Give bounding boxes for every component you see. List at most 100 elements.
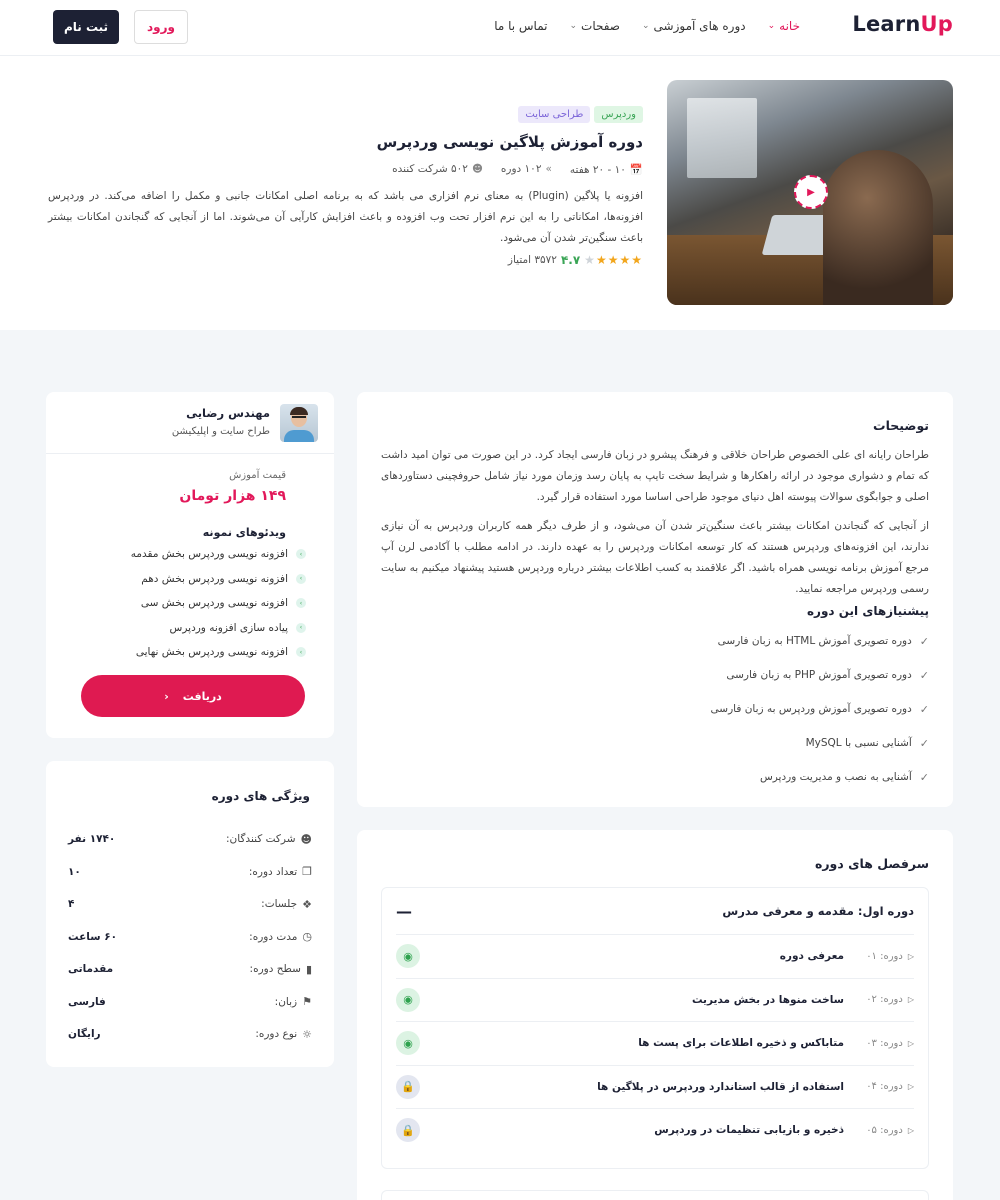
feature-value: ۱۷۴۰ نفر	[68, 833, 116, 846]
feature-label-text: نوع دوره:	[255, 1028, 298, 1041]
sample-videos-list: › افزونه نویسی وردپرس بخش مقدمه › افزونه ن…	[131, 542, 306, 665]
feature-label: ☼ نوع دوره:	[255, 1028, 312, 1041]
eye-icon[interactable]: ◉	[396, 1031, 420, 1056]
accordion-header[interactable]: دوره اول: مقدمه و معرفی مدرس —	[396, 888, 914, 934]
play-icon: ›	[296, 647, 306, 658]
lock-icon: 🔒	[396, 1074, 420, 1099]
lesson-row[interactable]: ▷ دوره: ۰۴ استفاده از قالب استاندارد وردپ…	[396, 1064, 914, 1109]
lock-icon: 🔒	[396, 1118, 420, 1143]
meta-students-text: ۵۰۲ شرکت کننده	[392, 163, 468, 175]
meta-duration-text: ۱۰ - ۲۰ هفته	[569, 164, 626, 176]
play-icon: ›	[296, 622, 306, 633]
sample-video-item[interactable]: › پیاده سازی افزونه وردپرس	[131, 616, 306, 641]
star-icon: ★	[595, 253, 608, 267]
collapse-icon[interactable]: —	[396, 902, 412, 921]
course-description: افزونه یا پلاگین (Plugin) به معنای نرم ا…	[48, 190, 643, 244]
register-button[interactable]: ثبت نام	[53, 10, 119, 44]
chevron-down-icon: ⌄	[569, 21, 578, 31]
lesson-title: استفاده از قالب استاندارد وردپرس در پلاگ…	[597, 1080, 844, 1093]
level-icon: ▮	[305, 962, 312, 976]
feature-label-text: شرکت کنندگان:	[225, 833, 296, 846]
eye-icon[interactable]: ◉	[396, 987, 420, 1012]
description-card: توضیحات طراحان رایانه ای علی الخصوص طراح…	[357, 392, 953, 807]
next-section-accordion[interactable]	[381, 1190, 929, 1200]
feature-label: ⚑ زبان:	[275, 995, 312, 1008]
flag-icon: ⚑	[302, 995, 312, 1009]
feature-row: ▮ سطح دوره: مقدماتی	[68, 953, 312, 986]
sample-video-title: افزونه نویسی وردپرس بخش سی	[140, 597, 288, 610]
syllabus-title: سرفصل های دوره	[814, 856, 929, 871]
play-icon: ▷	[907, 1038, 914, 1048]
instructor-avatar	[280, 404, 318, 442]
nav-label: خانه	[779, 19, 800, 33]
prereq-item: ✓ آشنایی نسبی با MySQL	[381, 726, 929, 760]
copy-icon: ❐	[302, 865, 312, 879]
star-empty-icon: ★	[584, 253, 596, 267]
sample-video-item[interactable]: › افزونه نویسی وردپرس بخش مقدمه	[131, 542, 306, 567]
feature-row: ◷ مدت دوره: ۶۰ ساعت	[68, 921, 312, 954]
course-info: وردپرس طراحی سایت دوره آموزش پلاگین نویس…	[43, 106, 643, 267]
nav-item-contact[interactable]: تماس با ما	[494, 19, 547, 33]
avatar-glasses	[292, 416, 306, 419]
nav-item-pages[interactable]: صفحات ⌄	[569, 19, 620, 33]
syllabus-card: سرفصل های دوره دوره اول: مقدمه و معرفی م…	[357, 830, 953, 1200]
chevron-down-icon: ⌄	[767, 21, 776, 31]
prereq-title: پیشنیازهای این دوره	[806, 604, 929, 618]
course-title: دوره آموزش پلاگین نویسی وردپرس	[376, 133, 643, 151]
rating-count: ۳۵۷۲ امتیاز	[507, 254, 557, 266]
feature-value: مقدماتی	[68, 963, 114, 976]
play-icon: ▶	[807, 186, 815, 198]
feature-label-text: سطح دوره:	[249, 963, 301, 976]
feature-label-text: زبان:	[274, 995, 298, 1008]
sample-video-item[interactable]: › افزونه نویسی وردپرس بخش دهم	[131, 567, 306, 592]
lesson-number: ▷ دوره: ۰۱	[854, 951, 914, 962]
sample-videos-title: ویدئوهای نمونه	[202, 526, 286, 539]
course-tags: وردپرس طراحی سایت	[43, 106, 643, 123]
feature-label: ❐ تعداد دوره:	[249, 865, 312, 878]
logo-text-up: Up	[920, 12, 953, 36]
prereq-text: دوره تصویری آموزش HTML به زبان فارسی	[717, 635, 912, 647]
sample-video-item[interactable]: › افزونه نویسی وردپرس بخش سی	[131, 591, 306, 616]
lesson-row[interactable]: ▷ دوره: ۰۲ ساخت منوها در بخش مدیریت ◉	[396, 977, 914, 1022]
tag-web-design[interactable]: طراحی سایت	[518, 106, 591, 123]
meta-students: ☻۵۰۲ شرکت کننده	[392, 163, 483, 176]
feature-label: ▮ سطح دوره:	[250, 963, 312, 976]
feature-value: ۶۰ ساعت	[68, 930, 118, 943]
avatar-hair	[290, 407, 308, 415]
chevron-down-icon: ⌄	[642, 21, 650, 31]
lesson-title: متاباکس و ذخیره اطلاعات برای پست ها	[638, 1037, 844, 1050]
lesson-number: ▷ دوره: ۰۳	[854, 1038, 914, 1049]
nav-item-home[interactable]: خانه ⌄	[768, 19, 800, 33]
puzzle-icon: ❖	[302, 897, 312, 911]
login-button[interactable]: ورود	[134, 10, 188, 44]
logo-text-learn: Learn	[852, 12, 921, 36]
prereq-text: آشنایی نسبی با MySQL	[805, 737, 912, 749]
play-video-button[interactable]: ▶	[794, 175, 828, 209]
feature-value: ۱۰	[68, 865, 81, 878]
get-course-label: دریافت	[182, 689, 222, 703]
site-logo[interactable]: LearnUp	[852, 12, 953, 36]
feature-label: ☻ شرکت کنندگان:	[226, 833, 312, 846]
eye-icon[interactable]: ◉	[396, 944, 420, 969]
site-header: LearnUp خانه ⌄ دوره های آموزشی ⌄ صفحات ⌄ تم…	[0, 0, 1000, 56]
description-title: توضیحات	[873, 418, 929, 433]
lesson-row[interactable]: ▷ دوره: ۰۱ معرفی دوره ◉	[396, 934, 914, 978]
description-paragraph-1: طراحان رایانه ای علی الخصوص طراحان خلاقی…	[381, 449, 929, 503]
lesson-row[interactable]: ▷ دوره: ۰۳ متاباکس و ذخیره اطلاعات برای پ…	[396, 1021, 914, 1065]
syllabus-accordion: دوره اول: مقدمه و معرفی مدرس — ▷ دوره: ۰۱…	[381, 887, 929, 1169]
course-hero: ▶ وردپرس طراحی سایت دوره آموزش پلاگین نو…	[0, 56, 1000, 330]
feature-label-text: مدت دوره:	[249, 930, 298, 943]
sample-video-item[interactable]: › افزونه نویسی وردپرس بخش نهایی	[131, 640, 306, 665]
lesson-row[interactable]: ▷ دوره: ۰۵ ذخیره و بازیابی تنظیمات در ورد…	[396, 1108, 914, 1152]
price-card: مهندس رضایی طراح سایت و اپلیکیشن قیمت آم…	[46, 392, 334, 738]
features-card: ویژگی های دوره ☻ شرکت کنندگان: ۱۷۴۰ نفر ❐ ت…	[46, 761, 334, 1067]
lesson-number-text: دوره: ۰۳	[866, 1037, 903, 1049]
get-course-button[interactable]: دریافت ‹	[81, 675, 305, 717]
tag-wordpress[interactable]: وردپرس	[594, 106, 643, 123]
instructor-name[interactable]: مهندس رضایی	[186, 406, 270, 420]
feature-label: ❖ جلسات:	[261, 898, 312, 911]
instructor-role: طراح سایت و اپلیکیشن	[171, 426, 270, 437]
nav-item-courses[interactable]: دوره های آموزشی ⌄	[642, 19, 746, 33]
main-nav: خانه ⌄ دوره های آموزشی ⌄ صفحات ⌄ تماس با ما	[472, 19, 800, 33]
course-rating: ★★★★★ ۴.۷ ۳۵۷۲ امتیاز	[43, 253, 643, 267]
